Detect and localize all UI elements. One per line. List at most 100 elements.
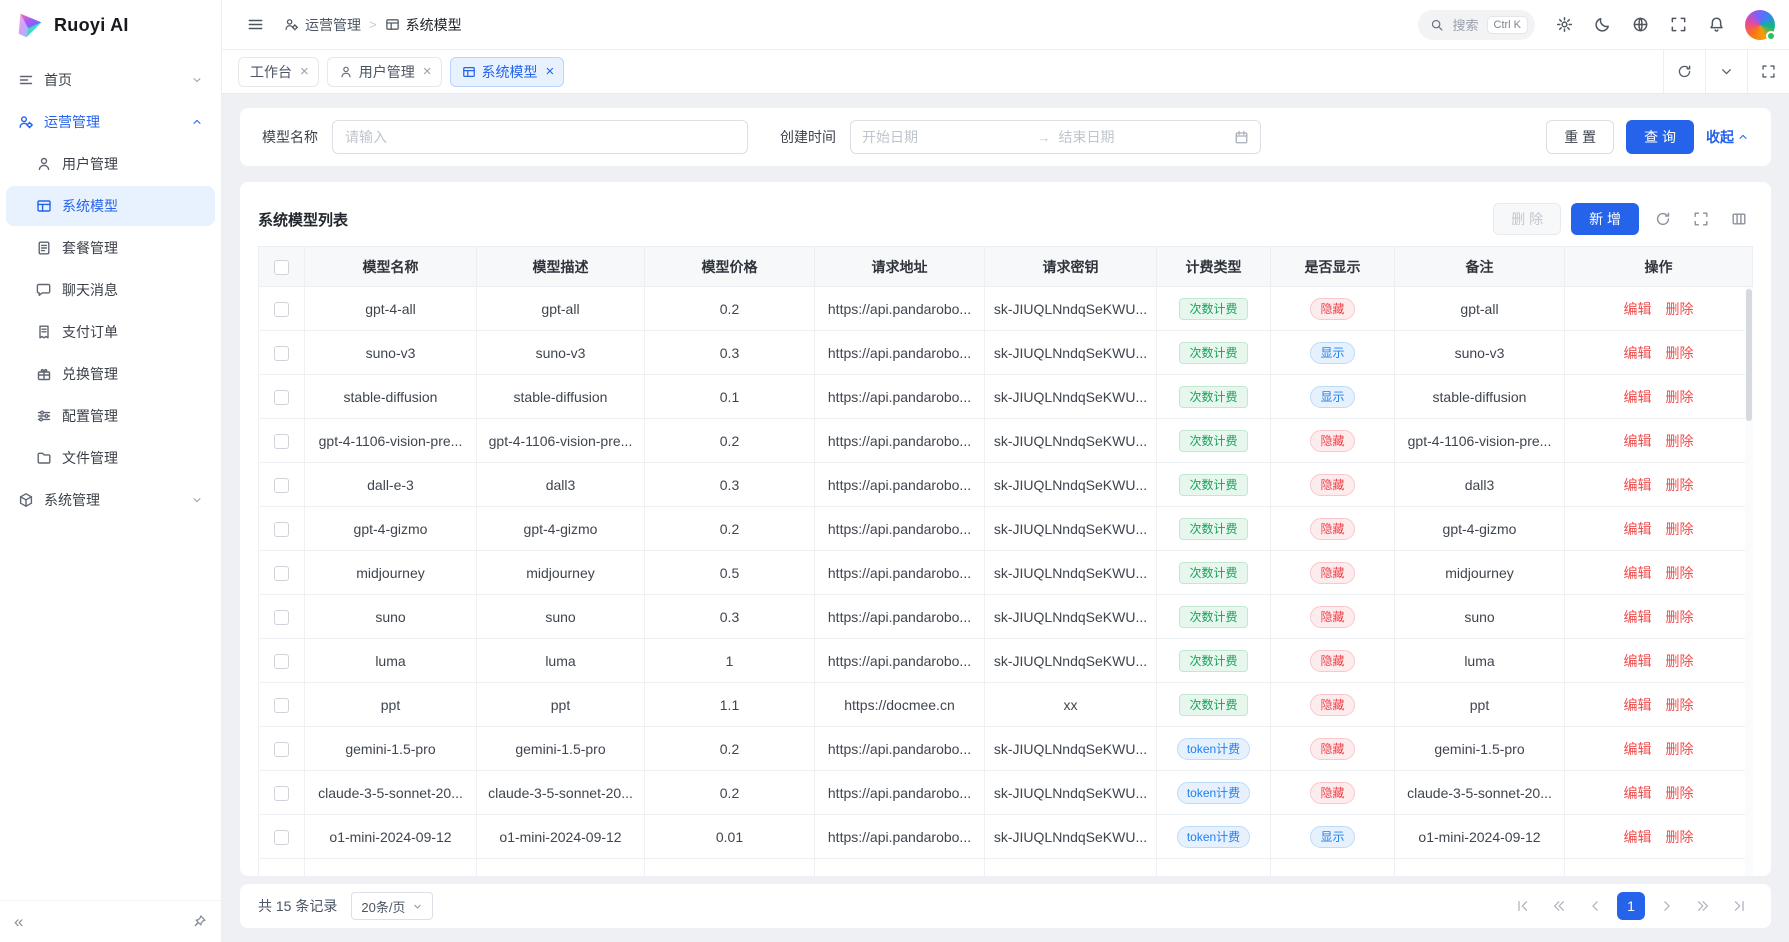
date-range-picker[interactable]: 开始日期 → 结束日期 xyxy=(850,120,1261,154)
delete-link[interactable]: 删除 xyxy=(1666,433,1694,449)
theme-toggle-button[interactable] xyxy=(1585,8,1619,42)
sidebar-item-system[interactable]: 系统管理 xyxy=(6,480,215,520)
close-icon[interactable]: × xyxy=(546,64,555,79)
delete-link[interactable]: 删除 xyxy=(1666,565,1694,581)
tab-workbench[interactable]: 工作台× xyxy=(238,57,319,87)
first-page-button[interactable] xyxy=(1509,892,1537,920)
delete-link[interactable]: 删除 xyxy=(1666,653,1694,669)
tab-menu-button[interactable] xyxy=(1705,50,1747,93)
table-row: claude-3-5-sonnet-20...claude-3-5-sonnet… xyxy=(259,771,1753,815)
edit-link[interactable]: 编辑 xyxy=(1624,301,1652,317)
avatar[interactable] xyxy=(1745,10,1775,40)
batch-delete-button[interactable]: 删 除 xyxy=(1493,203,1561,235)
delete-link[interactable]: 删除 xyxy=(1666,829,1694,845)
fullscreen-button[interactable] xyxy=(1661,8,1695,42)
edit-link[interactable]: 编辑 xyxy=(1624,389,1652,405)
edit-link[interactable]: 编辑 xyxy=(1624,345,1652,361)
sidebar-item-package[interactable]: 套餐管理 xyxy=(6,228,215,268)
row-checkbox[interactable] xyxy=(274,522,289,537)
cell-request-url: https://api.pandarobo... xyxy=(815,727,985,771)
refresh-table-button[interactable] xyxy=(1649,205,1677,233)
row-checkbox[interactable] xyxy=(274,654,289,669)
language-button[interactable] xyxy=(1623,8,1657,42)
row-checkbox[interactable] xyxy=(274,698,289,713)
app-logo[interactable]: Ruoyi AI xyxy=(0,0,221,50)
row-checkbox[interactable] xyxy=(274,390,289,405)
delete-link[interactable]: 删除 xyxy=(1666,697,1694,713)
pin-icon[interactable] xyxy=(192,914,207,929)
delete-link[interactable]: 删除 xyxy=(1666,785,1694,801)
edit-link[interactable]: 编辑 xyxy=(1624,521,1652,537)
current-page-button[interactable]: 1 xyxy=(1617,892,1645,920)
reset-button[interactable]: 重 置 xyxy=(1546,120,1614,154)
sidebar-item-user[interactable]: 用户管理 xyxy=(6,144,215,184)
row-checkbox[interactable] xyxy=(274,742,289,757)
last-page-button[interactable] xyxy=(1725,892,1753,920)
back-5-pages-button[interactable] xyxy=(1545,892,1573,920)
sidebar-item-folder[interactable]: 文件管理 xyxy=(6,438,215,478)
delete-link[interactable]: 删除 xyxy=(1666,741,1694,757)
edit-link[interactable]: 编辑 xyxy=(1624,433,1652,449)
cell-display-state: 隐藏 xyxy=(1271,463,1395,507)
close-icon[interactable]: × xyxy=(300,64,309,79)
delete-link[interactable]: 删除 xyxy=(1666,521,1694,537)
table-row xyxy=(259,859,1753,877)
collapse-filter-link[interactable]: 收起 xyxy=(1706,127,1749,147)
delete-link[interactable]: 删除 xyxy=(1666,301,1694,317)
row-checkbox[interactable] xyxy=(274,434,289,449)
sidebar-item-redeem[interactable]: 兑换管理 xyxy=(6,354,215,394)
edit-link[interactable]: 编辑 xyxy=(1624,609,1652,625)
model-name-input[interactable] xyxy=(332,120,748,154)
delete-link[interactable]: 删除 xyxy=(1666,389,1694,405)
sidebar-item-config[interactable]: 配置管理 xyxy=(6,396,215,436)
edit-link[interactable]: 编辑 xyxy=(1624,829,1652,845)
query-button[interactable]: 查 询 xyxy=(1626,120,1694,154)
select-all-checkbox[interactable] xyxy=(274,260,289,275)
row-checkbox[interactable] xyxy=(274,566,289,581)
edit-link[interactable]: 编辑 xyxy=(1624,785,1652,801)
sidebar-item-home[interactable]: 首页 xyxy=(6,60,215,100)
row-checkbox[interactable] xyxy=(274,302,289,317)
table-scrollbar[interactable] xyxy=(1745,287,1753,876)
scrollbar-thumb[interactable] xyxy=(1746,289,1752,421)
edit-link[interactable]: 编辑 xyxy=(1624,741,1652,757)
tab-model[interactable]: 系统模型× xyxy=(450,57,565,87)
edit-link[interactable]: 编辑 xyxy=(1624,653,1652,669)
delete-link[interactable]: 删除 xyxy=(1666,477,1694,493)
row-checkbox[interactable] xyxy=(274,346,289,361)
row-checkbox[interactable] xyxy=(274,610,289,625)
edit-link[interactable]: 编辑 xyxy=(1624,477,1652,493)
notifications-button[interactable] xyxy=(1699,8,1733,42)
cell-remark: suno-v3 xyxy=(1395,331,1565,375)
previous-page-button[interactable] xyxy=(1581,892,1609,920)
forward-5-pages-button[interactable] xyxy=(1689,892,1717,920)
row-checkbox[interactable] xyxy=(274,786,289,801)
refresh-page-button[interactable] xyxy=(1663,50,1705,93)
tab-user[interactable]: 用户管理× xyxy=(327,57,442,87)
home-icon xyxy=(18,72,34,88)
content-fullscreen-button[interactable] xyxy=(1747,50,1789,93)
edit-link[interactable]: 编辑 xyxy=(1624,697,1652,713)
sidebar-item-operation[interactable]: 运营管理 xyxy=(6,102,215,142)
sidebar-item-model[interactable]: 系统模型 xyxy=(6,186,215,226)
row-checkbox[interactable] xyxy=(274,478,289,493)
delete-link[interactable]: 删除 xyxy=(1666,345,1694,361)
breadcrumb-item-model[interactable]: 系统模型 xyxy=(385,15,462,35)
sidebar-item-payment[interactable]: 支付订单 xyxy=(6,312,215,352)
sidebar-item-chat[interactable]: 聊天消息 xyxy=(6,270,215,310)
sidebar-collapse-button[interactable]: « xyxy=(14,913,23,930)
add-button[interactable]: 新 增 xyxy=(1571,203,1639,235)
page-size-select[interactable]: 20条/页 xyxy=(351,892,433,920)
close-icon[interactable]: × xyxy=(423,64,432,79)
breadcrumb-item-operation[interactable]: 运营管理 xyxy=(284,15,361,35)
delete-link[interactable]: 删除 xyxy=(1666,609,1694,625)
edit-link[interactable]: 编辑 xyxy=(1624,565,1652,581)
sidebar-toggle-button[interactable] xyxy=(238,8,272,42)
column-settings-button[interactable] xyxy=(1725,205,1753,233)
row-checkbox[interactable] xyxy=(274,830,289,845)
settings-button[interactable] xyxy=(1547,8,1581,42)
table-fullscreen-button[interactable] xyxy=(1687,205,1715,233)
calendar-icon xyxy=(1234,130,1249,145)
next-page-button[interactable] xyxy=(1653,892,1681,920)
global-search[interactable]: 搜索 Ctrl K xyxy=(1418,10,1535,40)
